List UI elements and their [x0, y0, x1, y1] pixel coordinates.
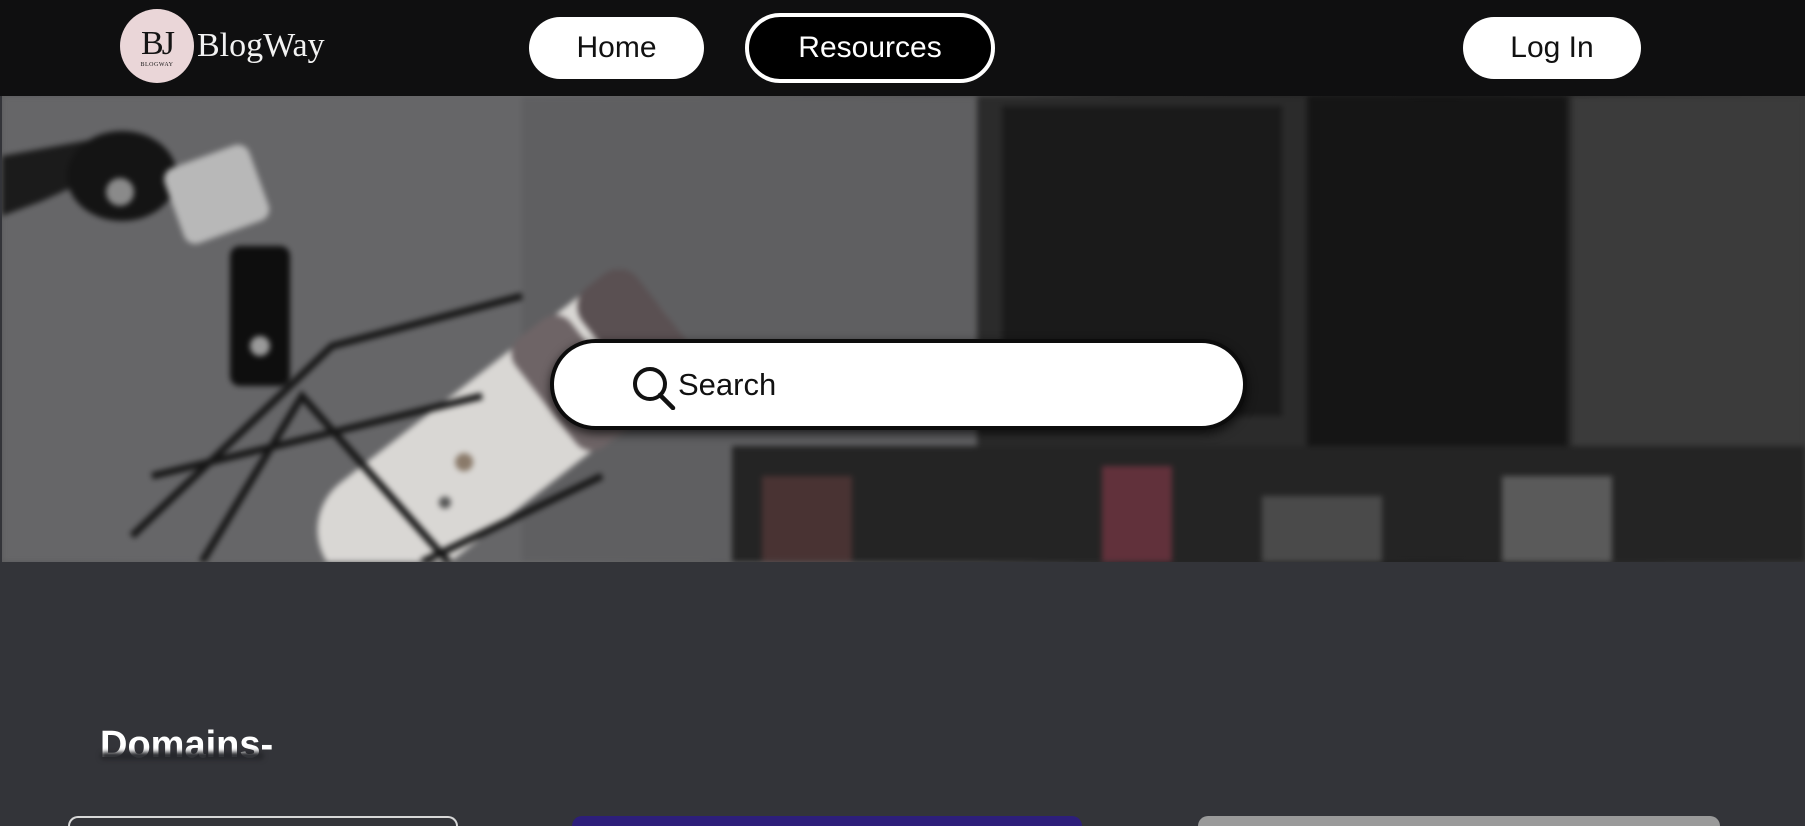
- search-icon: [633, 366, 676, 410]
- domain-card[interactable]: [68, 816, 458, 826]
- logo-tagline: BLOGWAY: [140, 61, 174, 68]
- brand-name[interactable]: BlogWay: [197, 26, 325, 66]
- resources-button[interactable]: Resources: [745, 13, 995, 83]
- logo-monogram: BJ: [141, 24, 175, 62]
- search-bar[interactable]: Search: [550, 339, 1247, 430]
- domains-underline: [100, 752, 264, 760]
- search-label: Search: [678, 366, 777, 402]
- domain-card[interactable]: [572, 816, 1082, 826]
- logo-badge[interactable]: BJ BLOGWAY: [120, 9, 194, 83]
- top-navbar: BJ BLOGWAY BlogWay Home Resources Log In: [0, 0, 1805, 96]
- domains-heading: Domains-: [100, 723, 274, 766]
- hero-background-image: [2, 96, 1805, 562]
- home-button[interactable]: Home: [529, 17, 704, 79]
- login-button[interactable]: Log In: [1463, 17, 1641, 79]
- hero-banner: Search: [2, 96, 1805, 562]
- domain-card[interactable]: [1198, 816, 1720, 826]
